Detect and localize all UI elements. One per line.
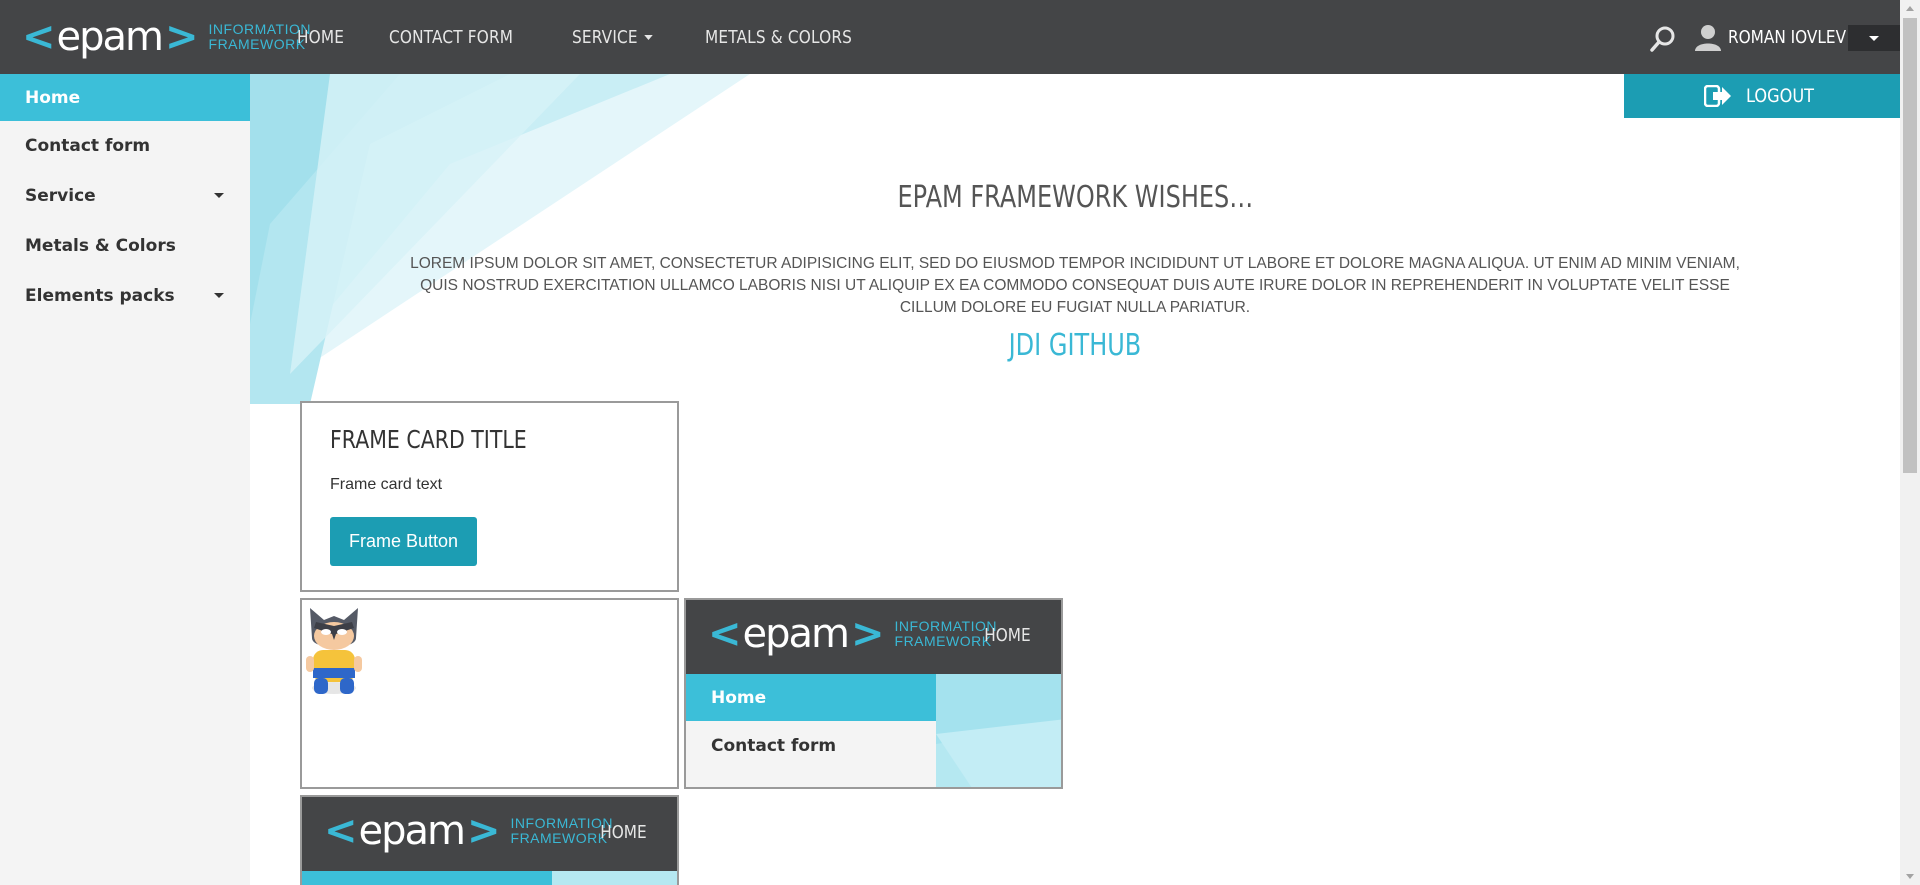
- mini-logo-subtitle: INFORMATION FRAMEWORK: [895, 619, 997, 649]
- mini-header-2: < epam > INFORMATION FRAMEWORK HOME: [302, 797, 677, 871]
- mini-sidebar-item-label: Home: [711, 687, 767, 708]
- mini-active-strip: [302, 871, 552, 885]
- sidebar-item-elements-packs[interactable]: Elements packs: [0, 271, 250, 321]
- mini-page-frame-2: < epam > INFORMATION FRAMEWORK HOME: [300, 795, 679, 885]
- mini-logo-subtitle-2: INFORMATION FRAMEWORK: [511, 816, 613, 846]
- top-nav: HOME CONTACT FORM SERVICE METALS & COLOR…: [297, 0, 915, 74]
- sidebar-item-label: Elements packs: [25, 286, 175, 306]
- chevron-down-icon: [214, 193, 224, 198]
- search-icon[interactable]: [1648, 24, 1678, 54]
- logo-subtitle-line1: INFORMATION: [208, 21, 311, 37]
- chevron-down-icon: [214, 293, 224, 298]
- top-header: < epam > INFORMATION FRAMEWORK HOME CONT…: [0, 0, 1900, 74]
- frame-button[interactable]: Frame Button: [330, 517, 477, 566]
- logo-subtitle-line1: INFORMATION: [510, 815, 613, 831]
- user-icon: [1695, 25, 1721, 51]
- logo-word: epam: [358, 808, 466, 854]
- scroll-down-icon[interactable]: [1906, 874, 1914, 879]
- epam-logo[interactable]: < epam > INFORMATION FRAMEWORK: [22, 13, 311, 61]
- mini-sidebar: Home Contact form: [686, 674, 936, 787]
- sidebar-item-label: Home: [25, 87, 81, 108]
- sidebar-item-contact-form[interactable]: Contact form: [0, 121, 250, 171]
- sidebar-item-home[interactable]: Home: [0, 74, 250, 121]
- scroll-up-icon[interactable]: [1906, 6, 1914, 11]
- sidebar-item-metals-colors[interactable]: Metals & Colors: [0, 221, 250, 271]
- mini-sidebar-item-home[interactable]: Home: [686, 674, 936, 721]
- logo-bracket-right: >: [165, 14, 198, 60]
- logo-bracket-right: >: [467, 808, 500, 854]
- jdi-github-link[interactable]: JDI GITHUB: [250, 328, 1900, 363]
- logo-word: epam: [742, 611, 850, 657]
- logout-icon: [1703, 85, 1731, 107]
- mini-header: < epam > INFORMATION FRAMEWORK HOME: [686, 600, 1061, 674]
- nav-contact-form[interactable]: CONTACT FORM: [389, 27, 513, 48]
- logo-bracket-left: <: [708, 611, 741, 657]
- user-name: ROMAN IOVLEV: [1728, 26, 1847, 48]
- logo-word: epam: [56, 14, 164, 60]
- mini-art-strip: [552, 871, 677, 885]
- mini-nav-home-2[interactable]: HOME: [601, 822, 647, 843]
- logo-subtitle-line2: FRAMEWORK: [510, 830, 608, 846]
- jdi-github-link-text: JDI GITHUB: [1008, 328, 1142, 363]
- logo-subtitle-line1: INFORMATION: [894, 618, 997, 634]
- sidebar: Home Contact form Service Metals & Color…: [0, 74, 250, 885]
- nav-metals-colors[interactable]: METALS & COLORS: [705, 27, 852, 48]
- intro-text: LOREM IPSUM DOLOR SIT AMET, CONSECTETUR …: [410, 255, 1740, 316]
- mini-epam-logo: < epam > INFORMATION FRAMEWORK: [708, 614, 997, 654]
- nav-home[interactable]: HOME: [297, 27, 344, 48]
- mini-sidebar-item-label: Contact form: [711, 736, 837, 756]
- page-title: EPAM FRAMEWORK WISHES…: [250, 180, 1900, 215]
- logo-bracket-left: <: [324, 808, 357, 854]
- logout-button[interactable]: LOGOUT: [1624, 74, 1900, 118]
- user-dropdown-toggle[interactable]: [1848, 25, 1900, 51]
- frame-card: FRAME CARD TITLE Frame card text Frame B…: [300, 401, 679, 592]
- logout-label: LOGOUT: [1745, 85, 1815, 107]
- user-menu[interactable]: ROMAN IOVLEV: [1694, 22, 1867, 52]
- scrollbar-thumb[interactable]: [1903, 18, 1917, 473]
- logo-subtitle: INFORMATION FRAMEWORK: [209, 22, 311, 52]
- frame-card-title: FRAME CARD TITLE: [330, 425, 527, 454]
- mini-epam-logo-2: < epam > INFORMATION FRAMEWORK: [324, 811, 613, 851]
- logo-subtitle-line2: FRAMEWORK: [208, 36, 306, 52]
- logo-bracket-left: <: [22, 14, 55, 60]
- nav-service[interactable]: SERVICE: [572, 26, 654, 48]
- sidebar-item-label: Metals & Colors: [25, 236, 176, 256]
- logo-subtitle-line2: FRAMEWORK: [894, 633, 992, 649]
- page-title-text: EPAM FRAMEWORK WISHES…: [897, 180, 1253, 215]
- sidebar-item-label: Service: [25, 186, 96, 206]
- mini-page-frame: < epam > INFORMATION FRAMEWORK HOME Home…: [684, 598, 1063, 789]
- sidebar-item-label: Contact form: [25, 136, 151, 156]
- mini-sidebar-item-contact-form[interactable]: Contact form: [686, 721, 936, 771]
- frame-card-text: Frame card text: [330, 476, 443, 493]
- mini-background-decoration: [936, 674, 1061, 787]
- logo-bracket-right: >: [851, 611, 884, 657]
- mini-logo-mark: < epam >: [708, 611, 884, 657]
- wolverine-image: [306, 608, 362, 694]
- chevron-down-icon: [644, 34, 654, 40]
- nav-service-label: SERVICE: [572, 26, 639, 48]
- sidebar-item-service[interactable]: Service: [0, 171, 250, 221]
- page-scrollbar[interactable]: [1900, 0, 1920, 885]
- image-frame: [300, 598, 679, 789]
- logo-mark: < epam >: [22, 14, 198, 60]
- mini-logo-mark-2: < epam >: [324, 808, 500, 854]
- chevron-down-icon: [1869, 36, 1879, 41]
- mini-nav-home[interactable]: HOME: [985, 625, 1031, 646]
